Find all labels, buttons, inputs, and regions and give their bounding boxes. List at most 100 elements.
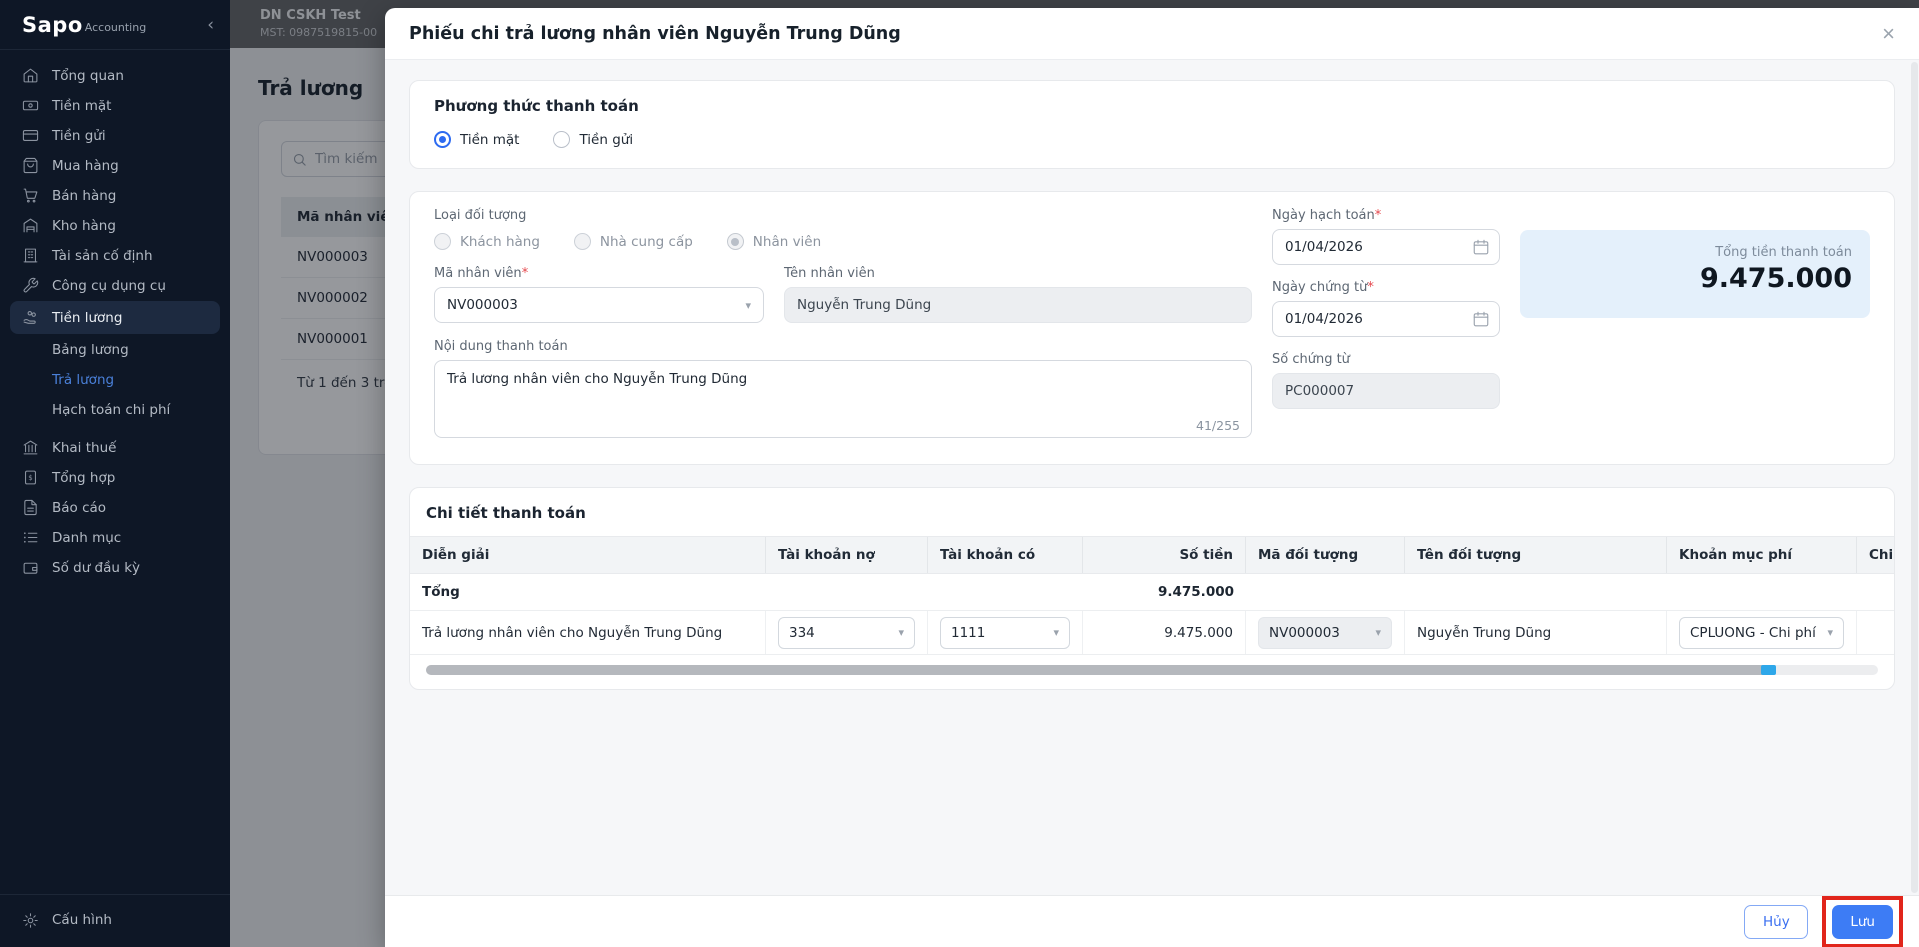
debit-account-select[interactable]: 334 ▾	[778, 617, 915, 649]
sidebar-collapse-icon[interactable]: ‹	[207, 15, 214, 35]
modal-body: Phương thức thanh toán Tiền mặt Tiền gửi…	[385, 60, 1919, 895]
total-amount-value: 9.475.000	[1538, 263, 1852, 294]
calendar-icon[interactable]	[1472, 238, 1490, 256]
sidebar-item-cash[interactable]: Tiền mặt	[10, 91, 220, 120]
credit-account-select[interactable]: 1111 ▾	[940, 617, 1070, 649]
list-icon	[22, 529, 39, 546]
entry-amount[interactable]: 9.475.000	[1083, 611, 1246, 654]
payment-method-title: Phương thức thanh toán	[434, 97, 1870, 115]
sidebar-footer: Cấu hình	[0, 894, 230, 947]
calendar-icon[interactable]	[1472, 310, 1490, 328]
sidebar-item-summary[interactable]: $ Tổng hợp	[10, 463, 220, 492]
sidebar-item-warehouse[interactable]: Kho hàng	[10, 211, 220, 240]
cancel-button[interactable]: Hủy	[1744, 905, 1808, 939]
total-amount-label: Tổng tiền thanh toán	[1538, 245, 1852, 260]
employee-name-label: Tên nhân viên	[784, 266, 1252, 281]
sidebar-item-reports[interactable]: Báo cáo	[10, 493, 220, 522]
detail-entry-row: Trả lương nhân viên cho Nguyễn Trung Dũn…	[410, 611, 1894, 655]
radio-bank-transfer-dot	[553, 131, 570, 148]
radio-bank-transfer[interactable]: Tiền gửi	[553, 131, 633, 148]
object-type-label: Loại đối tượng	[434, 208, 1252, 223]
sidebar-item-overview[interactable]: Tổng quan	[10, 61, 220, 90]
entry-object-name: Nguyễn Trung Dũng	[1405, 611, 1667, 654]
payment-content-label: Nội dung thanh toán	[434, 339, 1252, 354]
chevron-down-icon: ▾	[1375, 626, 1381, 639]
total-row-amount: 9.475.000	[1083, 584, 1246, 600]
save-button[interactable]: Lưu	[1832, 905, 1893, 939]
voucher-date-input[interactable]	[1272, 301, 1500, 337]
scrollbar-thumb[interactable]	[426, 665, 1769, 675]
entry-expense-cell: CPLUONG - Chi phí lươ ▾	[1667, 611, 1857, 654]
sidebar-item-categories[interactable]: Danh mục	[10, 523, 220, 552]
payment-content-field: Nội dung thanh toán Trả lương nhân viên …	[434, 339, 1252, 442]
char-counter: 41/255	[1196, 418, 1240, 433]
col-truncated: Chi	[1857, 537, 1894, 573]
posting-date-field: Ngày hạch toán*	[1272, 208, 1500, 265]
radio-customer: Khách hàng	[434, 233, 540, 250]
payment-method-card: Phương thức thanh toán Tiền mặt Tiền gửi	[409, 80, 1895, 169]
entry-description[interactable]: Trả lương nhân viên cho Nguyễn Trung Dũn…	[410, 611, 766, 654]
wallet-icon	[22, 559, 39, 576]
horizontal-scrollbar[interactable]	[426, 665, 1878, 675]
gear-icon	[22, 912, 39, 929]
modal-header: Phiếu chi trả lương nhân viên Nguyễn Tru…	[385, 8, 1919, 60]
posting-date-input[interactable]	[1272, 229, 1500, 265]
voucher-date-field: Ngày chứng từ*	[1272, 280, 1500, 337]
voucher-date-label: Ngày chứng từ*	[1272, 280, 1500, 295]
sidebar-item-opening-balance[interactable]: Số dư đầu kỳ	[10, 553, 220, 582]
chevron-down-icon: ▾	[1827, 626, 1833, 639]
entry-object-code-cell: NV000003 ▾	[1246, 611, 1405, 654]
radio-supplier-dot	[574, 233, 591, 250]
employee-name-input	[784, 287, 1252, 323]
sidebar-item-pay-salary[interactable]: Trả lương	[10, 365, 220, 394]
form-right-column: Ngày hạch toán* Ngày chứng từ*	[1272, 208, 1500, 424]
logo-suffix: Accounting	[85, 21, 146, 34]
sidebar-item-salary-table[interactable]: Bảng lương	[10, 335, 220, 364]
radio-supplier: Nhà cung cấp	[574, 233, 693, 250]
modal-footer: Hủy Lưu	[385, 895, 1919, 947]
payment-detail-card: Chi tiết thanh toán Diễn giải Tài khoản …	[409, 487, 1895, 690]
sidebar-item-tax[interactable]: Khai thuế	[10, 433, 220, 462]
expense-item-select[interactable]: CPLUONG - Chi phí lươ ▾	[1679, 617, 1844, 649]
sidebar-nav: Tổng quan Tiền mặt Tiền gửi Mua hàng Bán…	[0, 50, 230, 583]
file-text-icon	[22, 499, 39, 516]
banknote-icon	[22, 97, 39, 114]
sidebar-item-settings[interactable]: Cấu hình	[10, 902, 220, 938]
sidebar-item-tools[interactable]: Công cụ dụng cụ	[10, 271, 220, 300]
sidebar-item-bank-deposit[interactable]: Tiền gửi	[10, 121, 220, 150]
hand-coins-icon	[22, 309, 39, 326]
warehouse-icon	[22, 217, 39, 234]
modal-vertical-scrollbar[interactable]	[1911, 62, 1918, 893]
sidebar-item-expense-accounting[interactable]: Hạch toán chi phí	[10, 395, 220, 424]
employee-fields-row: Mã nhân viên* NV000003 ▾ Tên nhân viên	[434, 266, 1252, 323]
radio-cash-dot	[434, 131, 451, 148]
payment-method-options: Tiền mặt Tiền gửi	[434, 131, 1870, 148]
employee-code-select[interactable]: NV000003 ▾	[434, 287, 764, 323]
salary-payment-modal: Phiếu chi trả lương nhân viên Nguyễn Tru…	[385, 8, 1919, 947]
close-icon[interactable]: ×	[1882, 23, 1895, 45]
posting-date-label: Ngày hạch toán*	[1272, 208, 1500, 223]
sapo-logo: Sapo	[22, 13, 83, 37]
chevron-down-icon: ▾	[898, 626, 904, 639]
payment-content-textarea[interactable]: Trả lương nhân viên cho Nguyễn Trung Dũn…	[434, 360, 1252, 438]
col-credit-account: Tài khoản có	[928, 537, 1083, 573]
col-description: Diễn giải	[410, 537, 766, 573]
detail-table-header: Diễn giải Tài khoản nợ Tài khoản có Số t…	[410, 536, 1894, 574]
radio-employee-dot	[727, 233, 744, 250]
sidebar-item-sales[interactable]: Bán hàng	[10, 181, 220, 210]
voucher-number-input	[1272, 373, 1500, 409]
scrollbar-blue-marker	[1761, 665, 1776, 675]
building-icon	[22, 247, 39, 264]
sidebar-item-purchasing[interactable]: Mua hàng	[10, 151, 220, 180]
sidebar-item-payroll[interactable]: Tiền lương	[10, 301, 220, 334]
sidebar-item-fixed-assets[interactable]: Tài sản cố định	[10, 241, 220, 270]
shopping-cart-icon	[22, 187, 39, 204]
object-type-options: Khách hàng Nhà cung cấp Nhân viên	[434, 233, 1252, 250]
radio-cash[interactable]: Tiền mặt	[434, 131, 519, 148]
employee-code-field: Mã nhân viên* NV000003 ▾	[434, 266, 764, 323]
credit-card-icon	[22, 127, 39, 144]
col-expense-item: Khoản mục phí	[1667, 537, 1857, 573]
sidebar: Sapo Accounting ‹ Tổng quan Tiền mặt Tiề…	[0, 0, 230, 947]
col-object-name: Tên đối tượng	[1405, 537, 1667, 573]
shopping-bag-icon	[22, 157, 39, 174]
